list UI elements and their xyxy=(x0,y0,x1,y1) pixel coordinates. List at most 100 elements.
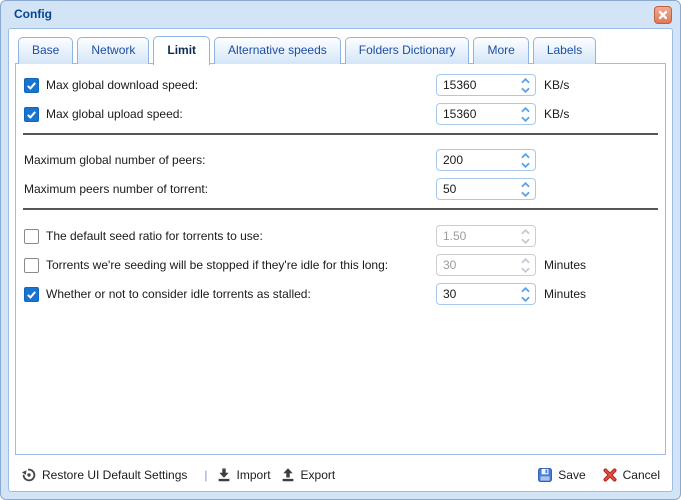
max-upload-speed-input[interactable] xyxy=(437,104,511,124)
max-download-speed-checkbox[interactable] xyxy=(24,78,39,93)
max-upload-speed-spinner xyxy=(436,103,536,125)
limit-tab-panel: Max global download speed: KB/s Max glob… xyxy=(15,63,666,455)
restore-icon xyxy=(21,467,37,483)
spinner-down-button[interactable] xyxy=(518,295,532,302)
seed-ratio-spinner xyxy=(436,225,536,247)
dialog-body: Base Network Limit Alternative speeds Fo… xyxy=(8,28,673,492)
dialog-title: Config xyxy=(14,7,52,21)
seed-ratio-checkbox[interactable] xyxy=(24,229,39,244)
tab-bar: Base Network Limit Alternative speeds Fo… xyxy=(9,29,672,64)
save-icon xyxy=(537,467,553,483)
spinner-up-button[interactable] xyxy=(518,152,532,159)
tab-base[interactable]: Base xyxy=(18,37,73,64)
unit-label: KB/s xyxy=(544,74,569,96)
chevron-down-icon xyxy=(521,87,530,93)
spinner-down-button[interactable] xyxy=(518,266,532,273)
row-idle-stalled: Whether or not to consider idle torrents… xyxy=(24,283,657,305)
spinner-buttons xyxy=(518,226,532,246)
setting-label: Maximum peers number of torrent: xyxy=(24,182,208,196)
row-max-download-speed: Max global download speed: KB/s xyxy=(24,74,657,96)
setting-label: Torrents we're seeding will be stopped i… xyxy=(46,258,388,272)
import-icon xyxy=(216,467,232,483)
chevron-down-icon xyxy=(521,116,530,122)
section-divider xyxy=(23,208,658,210)
max-global-peers-input[interactable] xyxy=(437,150,511,170)
tab-more[interactable]: More xyxy=(473,37,528,64)
chevron-down-icon xyxy=(521,162,530,168)
spinner-buttons xyxy=(518,284,532,304)
setting-label: Max global download speed: xyxy=(46,78,198,92)
spinner-down-button[interactable] xyxy=(518,161,532,168)
spinner-buttons xyxy=(518,104,532,124)
import-button[interactable]: Import xyxy=(216,467,271,483)
chevron-down-icon xyxy=(521,296,530,302)
idle-stalled-input[interactable] xyxy=(437,284,511,304)
spinner-up-button[interactable] xyxy=(518,77,532,84)
unit-label: KB/s xyxy=(544,103,569,125)
cancel-icon xyxy=(602,467,618,483)
chevron-up-icon xyxy=(521,229,530,235)
footer-toolbar: Restore UI Default Settings | Import Exp xyxy=(15,457,666,493)
section-divider xyxy=(23,133,658,135)
tab-limit[interactable]: Limit xyxy=(153,36,210,65)
idle-stalled-spinner xyxy=(436,283,536,305)
idle-stalled-checkbox[interactable] xyxy=(24,287,39,302)
setting-label: Whether or not to consider idle torrents… xyxy=(46,287,311,301)
unit-label: Minutes xyxy=(544,283,586,305)
tab-folders-dictionary[interactable]: Folders Dictionary xyxy=(345,37,470,64)
spinner-down-button[interactable] xyxy=(518,115,532,122)
spinner-down-button[interactable] xyxy=(518,86,532,93)
export-icon xyxy=(280,467,296,483)
close-icon xyxy=(658,10,668,20)
idle-seed-stop-checkbox[interactable] xyxy=(24,258,39,273)
seed-ratio-input[interactable] xyxy=(437,226,511,246)
tab-labels[interactable]: Labels xyxy=(533,37,596,64)
spinner-up-button[interactable] xyxy=(518,228,532,235)
row-max-torrent-peers: Maximum peers number of torrent: xyxy=(24,178,657,200)
footer-separator: | xyxy=(204,468,207,482)
spinner-up-button[interactable] xyxy=(518,257,532,264)
setting-label: Maximum global number of peers: xyxy=(24,153,205,167)
checkbox-check-icon xyxy=(26,109,37,120)
chevron-up-icon xyxy=(521,287,530,293)
spinner-buttons xyxy=(518,179,532,199)
cancel-label: Cancel xyxy=(623,468,660,482)
footer-right-group: Save Cancel xyxy=(537,467,660,483)
max-download-speed-input[interactable] xyxy=(437,75,511,95)
chevron-up-icon xyxy=(521,258,530,264)
close-button[interactable] xyxy=(654,6,672,24)
cancel-button[interactable]: Cancel xyxy=(602,467,660,483)
idle-seed-stop-input[interactable] xyxy=(437,255,511,275)
restore-defaults-button[interactable]: Restore UI Default Settings xyxy=(21,467,187,483)
chevron-up-icon xyxy=(521,153,530,159)
row-seed-ratio: The default seed ratio for torrents to u… xyxy=(24,225,657,247)
spinner-up-button[interactable] xyxy=(518,106,532,113)
max-torrent-peers-input[interactable] xyxy=(437,179,511,199)
max-upload-speed-checkbox[interactable] xyxy=(24,107,39,122)
footer-left-group: Restore UI Default Settings | Import Exp xyxy=(21,467,344,483)
chevron-up-icon xyxy=(521,182,530,188)
spinner-down-button[interactable] xyxy=(518,190,532,197)
save-button[interactable]: Save xyxy=(537,467,585,483)
chevron-down-icon xyxy=(521,238,530,244)
export-button[interactable]: Export xyxy=(280,467,336,483)
tab-network[interactable]: Network xyxy=(77,37,149,64)
spinner-down-button[interactable] xyxy=(518,237,532,244)
spinner-up-button[interactable] xyxy=(518,181,532,188)
max-download-speed-spinner xyxy=(436,74,536,96)
import-label: Import xyxy=(237,468,271,482)
row-max-global-peers: Maximum global number of peers: xyxy=(24,149,657,171)
save-label: Save xyxy=(558,468,585,482)
restore-defaults-label: Restore UI Default Settings xyxy=(42,468,187,482)
chevron-down-icon xyxy=(521,191,530,197)
spinner-up-button[interactable] xyxy=(518,286,532,293)
spinner-buttons xyxy=(518,255,532,275)
setting-label: The default seed ratio for torrents to u… xyxy=(46,229,263,243)
tab-alternative-speeds[interactable]: Alternative speeds xyxy=(214,37,341,64)
chevron-up-icon xyxy=(521,107,530,113)
row-max-upload-speed: Max global upload speed: KB/s xyxy=(24,103,657,125)
idle-seed-stop-spinner xyxy=(436,254,536,276)
config-dialog: Config Base Network Limit Alternative sp… xyxy=(0,0,681,500)
spinner-buttons xyxy=(518,75,532,95)
export-label: Export xyxy=(301,468,336,482)
